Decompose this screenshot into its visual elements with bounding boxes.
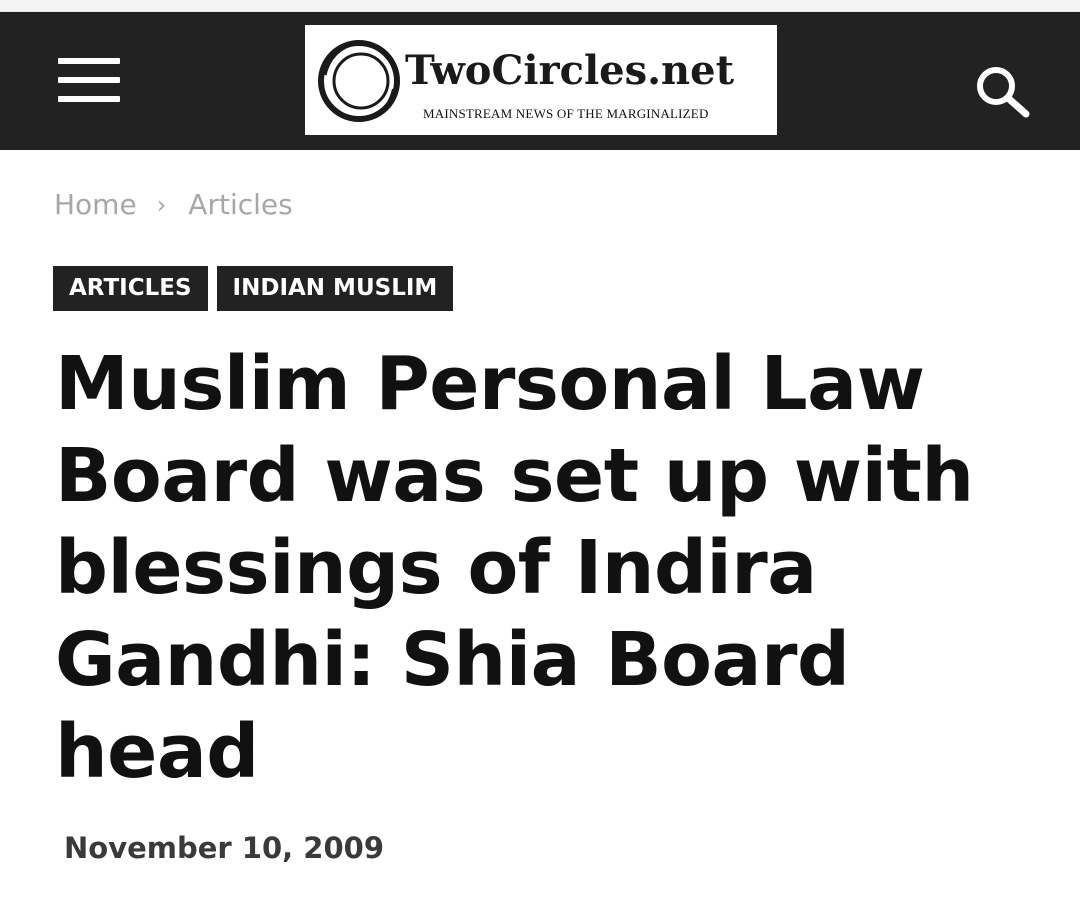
menu-button[interactable] [56, 56, 122, 104]
search-icon [977, 67, 1030, 118]
logo-title: TwoCircles.net [405, 47, 735, 94]
breadcrumb-home-link[interactable]: Home [54, 184, 137, 226]
article-title: Muslim Personal Law Board was set up wit… [55, 341, 974, 795]
site-logo[interactable]: TwoCircles.net MAINSTREAM NEWS OF THE MA… [305, 25, 777, 135]
logo-tagline: MAINSTREAM NEWS OF THE MARGINALIZED [423, 106, 709, 121]
top-strip [0, 0, 1080, 12]
category-tags: ARTICLES INDIAN MUSLIM [53, 266, 462, 311]
tag-articles[interactable]: ARTICLES [53, 266, 208, 311]
breadcrumb-articles-link[interactable]: Articles [188, 184, 292, 226]
article-date: November 10, 2009 [64, 831, 384, 865]
site-header: TwoCircles.net MAINSTREAM NEWS OF THE MA… [0, 12, 1080, 150]
breadcrumb: Home › Articles [54, 184, 293, 226]
two-circles-logo-icon [318, 40, 400, 122]
breadcrumb-separator: › [156, 191, 167, 219]
tag-indian-muslim[interactable]: INDIAN MUSLIM [216, 266, 454, 311]
search-button[interactable] [974, 64, 1036, 120]
